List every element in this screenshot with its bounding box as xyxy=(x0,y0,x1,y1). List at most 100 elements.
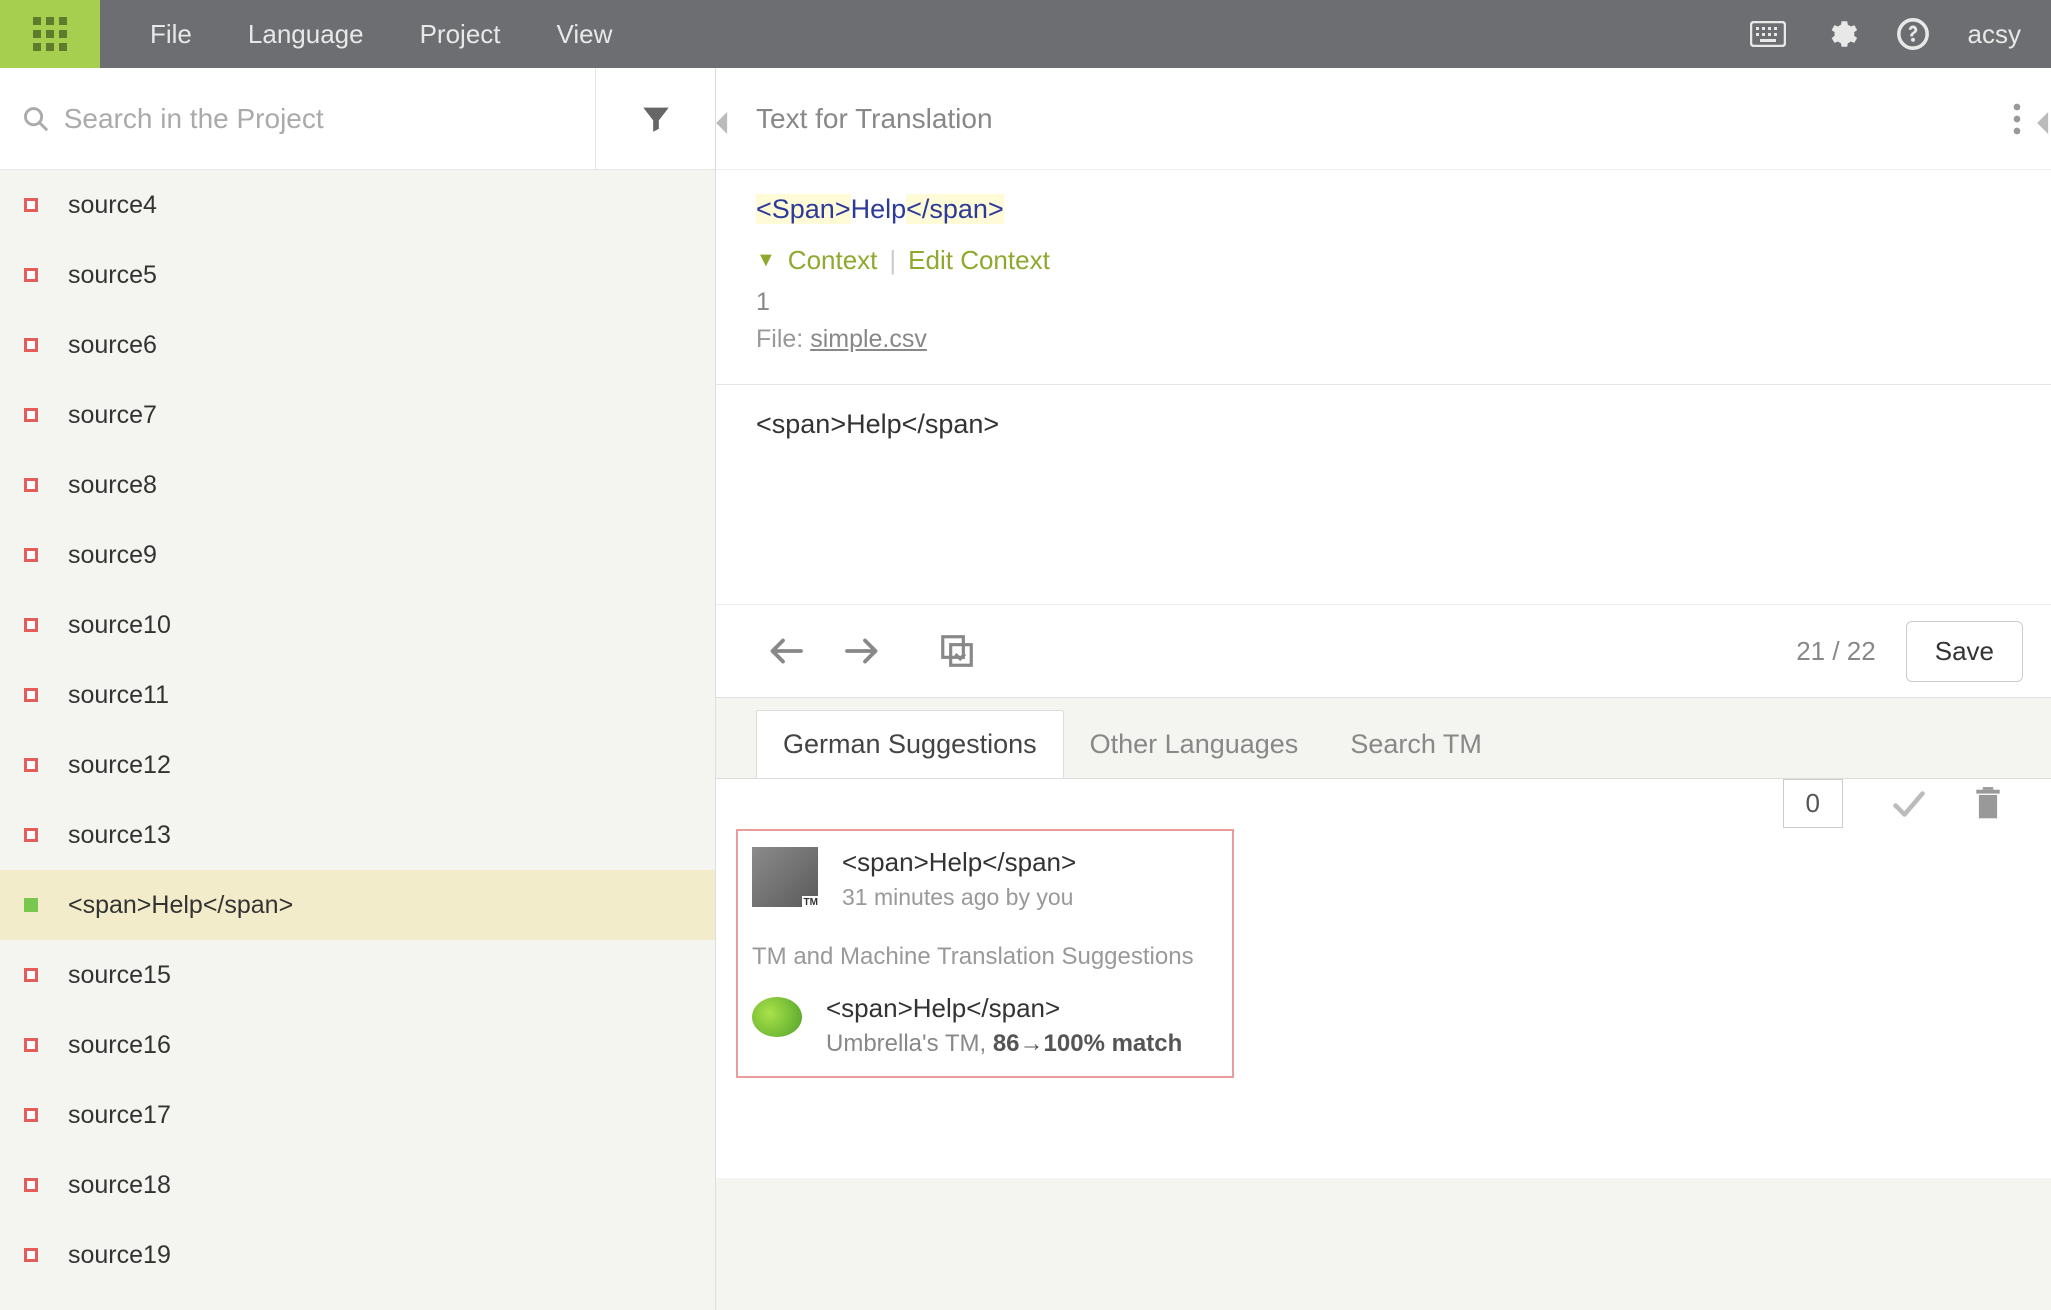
user-suggestion[interactable]: TM <span>Help</span> 31 minutes ago by y… xyxy=(738,831,1232,929)
arrow-left-icon xyxy=(768,636,804,666)
list-item[interactable]: source4 xyxy=(0,170,715,240)
editor-panel: Text for Translation <Span>Help</span> ▼… xyxy=(716,68,2051,1310)
list-item-label: source11 xyxy=(68,681,169,710)
tab-german-suggestions[interactable]: German Suggestions xyxy=(756,710,1064,778)
status-indicator xyxy=(24,548,38,562)
filter-button[interactable] xyxy=(595,68,715,169)
suggestion-meta: 31 minutes ago by you xyxy=(842,884,1076,911)
list-item[interactable]: source6 xyxy=(0,310,715,380)
trash-icon xyxy=(1975,787,2001,821)
tm-section-header: TM and Machine Translation Suggestions xyxy=(738,929,1232,983)
file-link[interactable]: simple.csv xyxy=(810,325,927,353)
status-indicator xyxy=(24,1248,38,1262)
status-indicator xyxy=(24,968,38,982)
arrow-right-icon xyxy=(844,636,880,666)
copy-icon xyxy=(938,632,976,670)
list-item[interactable]: source8 xyxy=(0,450,715,520)
approve-button[interactable] xyxy=(1891,789,1927,819)
copy-source-button[interactable] xyxy=(938,632,976,670)
sidebar: source4 source5 source6 source7 source8 sourc… xyxy=(0,68,716,1310)
list-item-label: source5 xyxy=(68,261,157,290)
panel-title: Text for Translation xyxy=(756,103,993,135)
menu-file[interactable]: File xyxy=(150,19,192,50)
app-menu-button[interactable] xyxy=(0,0,100,68)
list-item-label: source6 xyxy=(68,331,157,360)
menu-view[interactable]: View xyxy=(557,19,613,50)
grid-icon xyxy=(33,17,67,51)
next-button[interactable] xyxy=(844,636,880,666)
prev-button[interactable] xyxy=(768,636,804,666)
vote-count[interactable]: 0 xyxy=(1783,779,1843,828)
delete-button[interactable] xyxy=(1975,787,2001,821)
list-item-label: <span>Help</span> xyxy=(68,891,293,920)
edit-context-button[interactable]: Edit Context xyxy=(908,245,1050,276)
help-icon[interactable] xyxy=(1896,17,1930,51)
tm-suggestion[interactable]: <span>Help</span> Umbrella's TM, 86→100%… xyxy=(738,983,1232,1076)
list-item[interactable]: source11 xyxy=(0,660,715,730)
suggestion-highlight-box: TM <span>Help</span> 31 minutes ago by y… xyxy=(736,829,1234,1078)
source-word: Help xyxy=(851,194,907,224)
list-item[interactable]: source7 xyxy=(0,380,715,450)
status-indicator xyxy=(24,618,38,632)
translation-input[interactable]: <span>Help</span> xyxy=(716,384,2051,604)
string-counter: 21 / 22 xyxy=(1796,636,1876,667)
list-item[interactable]: source9 xyxy=(0,520,715,590)
list-item-label: source4 xyxy=(68,191,157,220)
search-icon xyxy=(22,104,50,134)
list-item-label: source17 xyxy=(68,1101,171,1130)
list-item-label: source7 xyxy=(68,401,157,430)
list-item-label: source9 xyxy=(68,541,157,570)
check-icon xyxy=(1891,789,1927,819)
context-toggle[interactable]: Context xyxy=(788,245,878,276)
list-item-label: source19 xyxy=(68,1241,171,1270)
context-file: File: simple.csv xyxy=(716,325,2051,384)
list-item[interactable]: source16 xyxy=(0,1010,715,1080)
tab-other-languages[interactable]: Other Languages xyxy=(1064,711,1325,778)
status-indicator xyxy=(24,408,38,422)
search-input[interactable] xyxy=(64,103,575,135)
list-item[interactable]: source17 xyxy=(0,1080,715,1150)
list-item[interactable]: source12 xyxy=(0,730,715,800)
list-item-label: source13 xyxy=(68,821,171,850)
string-list: source4 source5 source6 source7 source8 sourc… xyxy=(0,170,715,1310)
list-item[interactable]: <span>Help</span> xyxy=(0,870,715,940)
user-name[interactable]: acsy xyxy=(1968,19,2021,50)
list-item-label: source8 xyxy=(68,471,157,500)
status-indicator xyxy=(24,1108,38,1122)
source-text: <Span>Help</span> xyxy=(716,170,2051,245)
translation-text: <span>Help</span> xyxy=(756,409,2011,440)
menu-project[interactable]: Project xyxy=(420,19,501,50)
status-indicator xyxy=(24,338,38,352)
list-item[interactable]: source19 xyxy=(0,1220,715,1290)
list-item[interactable]: source5 xyxy=(0,240,715,310)
list-item-label: source10 xyxy=(68,611,171,640)
chevron-down-icon[interactable]: ▼ xyxy=(756,249,776,272)
menu-language[interactable]: Language xyxy=(248,19,364,50)
list-item-label: source15 xyxy=(68,961,171,990)
status-indicator xyxy=(24,478,38,492)
status-indicator xyxy=(24,758,38,772)
suggestion-text: <span>Help</span> xyxy=(842,847,1076,878)
status-indicator xyxy=(24,1178,38,1192)
collapse-left-button[interactable] xyxy=(716,112,730,134)
list-item[interactable]: source13 xyxy=(0,800,715,870)
context-number: 1 xyxy=(716,288,2051,325)
list-item[interactable]: source18 xyxy=(0,1150,715,1220)
gear-icon[interactable] xyxy=(1824,17,1858,51)
tab-search-tm[interactable]: Search TM xyxy=(1324,711,1508,778)
suggestions-panel: German Suggestions Other Languages Searc… xyxy=(716,698,2051,1310)
keyboard-icon[interactable] xyxy=(1750,21,1786,47)
status-indicator xyxy=(24,828,38,842)
panel-menu-button[interactable] xyxy=(2013,103,2021,135)
status-indicator xyxy=(24,198,38,212)
list-item-label: source16 xyxy=(68,1031,171,1060)
status-indicator xyxy=(24,1038,38,1052)
tm-suggestion-meta: Umbrella's TM, 86→100% match xyxy=(826,1030,1182,1058)
collapse-right-button[interactable] xyxy=(2037,112,2051,134)
tm-suggestion-text: <span>Help</span> xyxy=(826,993,1182,1024)
status-indicator xyxy=(24,268,38,282)
save-button[interactable]: Save xyxy=(1906,621,2023,682)
list-item[interactable]: source15 xyxy=(0,940,715,1010)
list-item[interactable]: source10 xyxy=(0,590,715,660)
list-item-label: source18 xyxy=(68,1171,171,1200)
